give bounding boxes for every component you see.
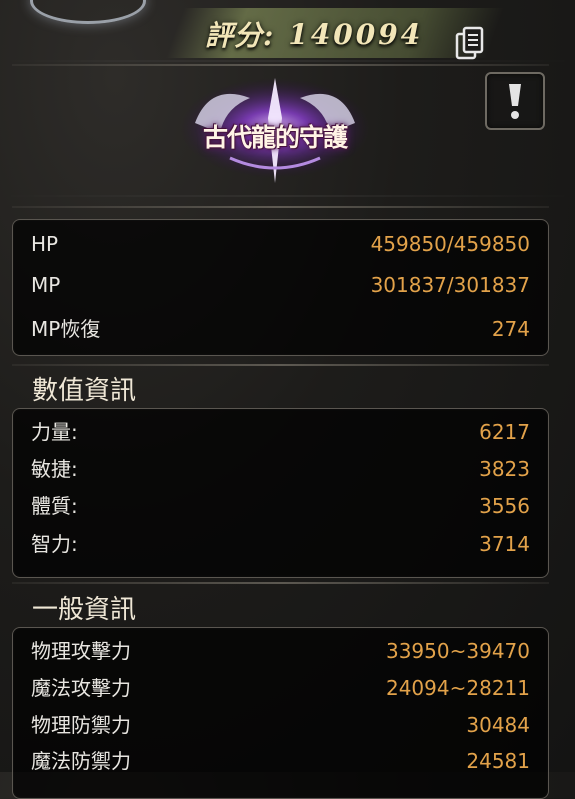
stat-row-intelligence: 智力: 3714 [13, 527, 548, 561]
stat-value: 3556 [479, 494, 530, 518]
header-divider [12, 64, 549, 66]
score-display: 評分: 140094 [205, 14, 423, 54]
stat-value: 33950~39470 [385, 639, 530, 663]
stat-value: 301837/301837 [370, 273, 530, 297]
section-divider [12, 582, 549, 584]
section-title-general: 一般資訊 [32, 595, 137, 625]
exclamation-icon [509, 84, 521, 119]
stat-label: 魔法防禦力 [31, 749, 131, 773]
stat-value: 3714 [479, 532, 530, 556]
stat-label: MP恢復 [31, 317, 101, 341]
stat-label: 物理攻擊力 [31, 639, 131, 663]
stat-row-strength: 力量: 6217 [13, 415, 548, 449]
score-label: 評分: [205, 19, 275, 52]
stat-value: 3823 [479, 457, 530, 481]
info-button[interactable] [485, 72, 545, 130]
stat-row-physical-attack: 物理攻擊力 33950~39470 [13, 634, 548, 668]
stat-row-magic-attack: 魔法攻擊力 24094~28211 [13, 671, 548, 705]
vitals-panel: HP 459850/459850 MP 301837/301837 MP恢復 2… [12, 219, 549, 356]
stat-row-magic-defense: 魔法防禦力 24581 [13, 744, 548, 778]
stat-label: 體質: [31, 494, 78, 518]
stat-value: 274 [491, 317, 530, 341]
stat-value: 24581 [466, 749, 530, 773]
stat-label: 力量: [31, 420, 78, 444]
character-emblem [30, 0, 146, 24]
stat-label: 智力: [31, 532, 78, 556]
stat-label: HP [31, 232, 59, 256]
stat-value: 459850/459850 [370, 232, 530, 256]
stat-value: 24094~28211 [385, 676, 530, 700]
stat-label: 物理防禦力 [31, 713, 131, 737]
stat-row-mp-regen: MP恢復 274 [13, 312, 548, 346]
section-divider [12, 364, 549, 366]
section-title-stats: 數值資訊 [32, 376, 137, 406]
title-badge-text: 古代龍的守護 [202, 123, 348, 152]
stat-row-physical-defense: 物理防禦力 30484 [13, 708, 548, 742]
stat-row-mp: MP 301837/301837 [13, 268, 548, 302]
general-panel: 物理攻擊力 33950~39470 魔法攻擊力 24094~28211 物理防禦… [12, 627, 549, 799]
stat-row-constitution: 體質: 3556 [13, 489, 548, 523]
copy-icon[interactable] [455, 26, 485, 60]
stat-row-hp: HP 459850/459850 [13, 227, 548, 261]
badge-divider [12, 206, 549, 208]
stat-value: 30484 [466, 713, 530, 737]
score-value: 140094 [288, 17, 424, 51]
stat-row-agility: 敏捷: 3823 [13, 452, 548, 486]
stats-panel: 力量: 6217 敏捷: 3823 體質: 3556 智力: 3714 [12, 408, 549, 578]
background-streak [0, 195, 575, 197]
stat-label: MP [31, 273, 61, 297]
stat-label: 敏捷: [31, 457, 78, 481]
stat-label: 魔法攻擊力 [31, 676, 131, 700]
background-streak [0, 60, 575, 62]
stat-value: 6217 [479, 420, 530, 444]
